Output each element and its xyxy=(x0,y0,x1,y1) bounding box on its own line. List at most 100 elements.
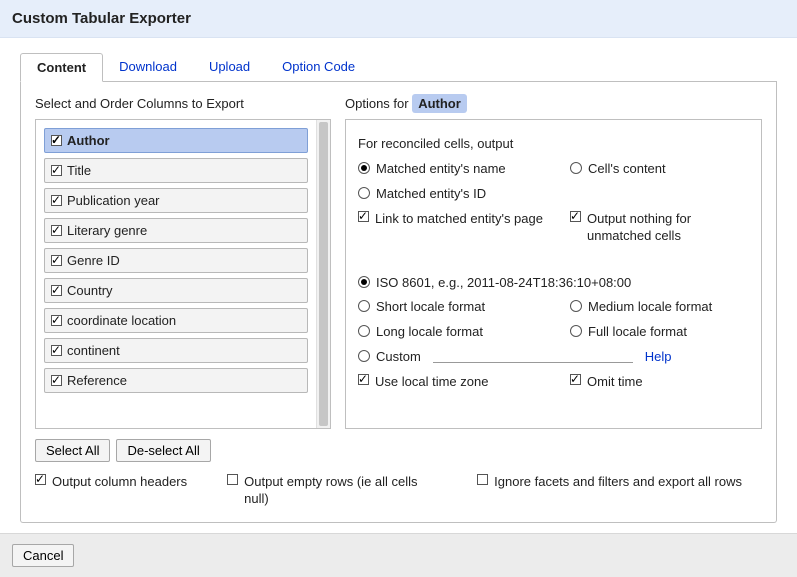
opt-cells-content[interactable]: Cell's content xyxy=(570,161,749,178)
columns-heading: Select and Order Columns to Export xyxy=(35,96,331,111)
check-icon[interactable] xyxy=(51,375,62,386)
opt-iso8601[interactable]: ISO 8601, e.g., 2011-08-24T18:36:10+08:0… xyxy=(358,275,749,292)
check-icon[interactable] xyxy=(51,135,62,146)
column-item-continent[interactable]: continent xyxy=(44,338,308,363)
options-box: For reconciled cells, output Matched ent… xyxy=(345,119,762,429)
dialog-footer: Cancel xyxy=(0,533,797,577)
radio-icon[interactable] xyxy=(358,300,370,312)
opt-label: Omit time xyxy=(587,374,643,391)
dialog-title: Custom Tabular Exporter xyxy=(0,0,797,38)
opt-label: Long locale format xyxy=(376,324,483,341)
opt-ignore-facets[interactable]: Ignore facets and filters and export all… xyxy=(477,474,742,491)
column-item-literary-genre[interactable]: Literary genre xyxy=(44,218,308,243)
tab-panel-content: Select and Order Columns to Export Autho… xyxy=(20,82,777,523)
column-item-title[interactable]: Title xyxy=(44,158,308,183)
opt-omit-time[interactable]: Omit time xyxy=(570,374,749,391)
check-icon[interactable] xyxy=(358,211,369,222)
opt-matched-id[interactable]: Matched entity's ID xyxy=(358,186,558,203)
opt-full-locale[interactable]: Full locale format xyxy=(570,324,749,341)
select-all-button[interactable]: Select All xyxy=(35,439,110,462)
opt-label: Short locale format xyxy=(376,299,485,316)
column-label: Literary genre xyxy=(67,223,147,238)
columns-list: Author Title Publication year Literary g… xyxy=(36,120,316,428)
check-icon[interactable] xyxy=(570,374,581,385)
opt-col-headers[interactable]: Output column headers xyxy=(35,474,187,491)
tab-content[interactable]: Content xyxy=(20,53,103,82)
radio-icon[interactable] xyxy=(358,162,370,174)
radio-icon[interactable] xyxy=(358,276,370,288)
opt-matched-name[interactable]: Matched entity's name xyxy=(358,161,558,178)
tab-upload[interactable]: Upload xyxy=(193,53,266,82)
column-label: continent xyxy=(67,343,120,358)
check-icon[interactable] xyxy=(35,474,46,485)
check-icon[interactable] xyxy=(51,345,62,356)
check-icon[interactable] xyxy=(51,195,62,206)
tab-bar: Content Download Upload Option Code xyxy=(20,52,777,82)
opt-medium-locale[interactable]: Medium locale format xyxy=(570,299,749,316)
opt-label: Output column headers xyxy=(52,474,187,491)
check-icon[interactable] xyxy=(477,474,488,485)
opt-label: ISO 8601, e.g., 2011-08-24T18:36:10+08:0… xyxy=(376,275,631,292)
opt-output-nothing[interactable]: Output nothing for unmatched cells xyxy=(570,211,749,245)
check-icon[interactable] xyxy=(51,285,62,296)
check-icon[interactable] xyxy=(358,374,369,385)
column-item-country[interactable]: Country xyxy=(44,278,308,303)
column-item-author[interactable]: Author xyxy=(44,128,308,153)
opt-label: Matched entity's ID xyxy=(376,186,486,203)
column-item-publication-year[interactable]: Publication year xyxy=(44,188,308,213)
opt-label: Full locale format xyxy=(588,324,687,341)
opt-label: Medium locale format xyxy=(588,299,712,316)
check-icon[interactable] xyxy=(51,165,62,176)
column-label: coordinate location xyxy=(67,313,176,328)
column-item-coordinate-location[interactable]: coordinate location xyxy=(44,308,308,333)
tab-option-code[interactable]: Option Code xyxy=(266,53,371,82)
opt-link-page[interactable]: Link to matched entity's page xyxy=(358,211,558,245)
opt-label: Output nothing for unmatched cells xyxy=(587,211,749,245)
scrollbar[interactable] xyxy=(316,120,330,428)
options-heading: Options for Author xyxy=(345,96,762,111)
options-selected-column: Author xyxy=(412,94,467,113)
opt-label: Ignore facets and filters and export all… xyxy=(494,474,742,491)
check-icon[interactable] xyxy=(227,474,238,485)
opt-long-locale[interactable]: Long locale format xyxy=(358,324,558,341)
column-label: Country xyxy=(67,283,113,298)
opt-short-locale[interactable]: Short locale format xyxy=(358,299,558,316)
cancel-button[interactable]: Cancel xyxy=(12,544,74,567)
check-icon[interactable] xyxy=(51,315,62,326)
dialog-body: Content Download Upload Option Code Sele… xyxy=(0,38,797,523)
bottom-options: Output column headers Output empty rows … xyxy=(35,474,762,508)
column-item-genre-id[interactable]: Genre ID xyxy=(44,248,308,273)
opt-local-tz[interactable]: Use local time zone xyxy=(358,374,558,391)
column-label: Genre ID xyxy=(67,253,120,268)
radio-icon[interactable] xyxy=(358,350,370,362)
opt-custom[interactable]: Custom Help xyxy=(358,349,749,366)
help-link[interactable]: Help xyxy=(645,349,672,366)
radio-icon[interactable] xyxy=(570,162,582,174)
column-label: Title xyxy=(67,163,91,178)
column-label: Publication year xyxy=(67,193,160,208)
tab-download[interactable]: Download xyxy=(103,53,193,82)
check-icon[interactable] xyxy=(51,225,62,236)
check-icon[interactable] xyxy=(51,255,62,266)
opt-label: Matched entity's name xyxy=(376,161,506,178)
opt-label: Use local time zone xyxy=(375,374,488,391)
opt-label: Custom xyxy=(376,349,421,366)
columns-section: Select and Order Columns to Export Autho… xyxy=(35,96,331,462)
radio-icon[interactable] xyxy=(570,300,582,312)
radio-icon[interactable] xyxy=(358,325,370,337)
opt-label: Link to matched entity's page xyxy=(375,211,543,228)
reconciled-heading: For reconciled cells, output xyxy=(358,136,749,151)
custom-format-input[interactable] xyxy=(433,349,633,363)
options-section: Options for Author For reconciled cells,… xyxy=(345,96,762,429)
options-heading-prefix: Options for xyxy=(345,96,412,111)
scrollbar-thumb[interactable] xyxy=(319,122,328,426)
check-icon[interactable] xyxy=(570,211,581,222)
radio-icon[interactable] xyxy=(358,187,370,199)
column-label: Author xyxy=(67,133,110,148)
radio-icon[interactable] xyxy=(570,325,582,337)
opt-empty-rows[interactable]: Output empty rows (ie all cells null) xyxy=(227,474,437,508)
opt-label: Output empty rows (ie all cells null) xyxy=(244,474,437,508)
column-label: Reference xyxy=(67,373,127,388)
column-item-reference[interactable]: Reference xyxy=(44,368,308,393)
deselect-all-button[interactable]: De-select All xyxy=(116,439,210,462)
